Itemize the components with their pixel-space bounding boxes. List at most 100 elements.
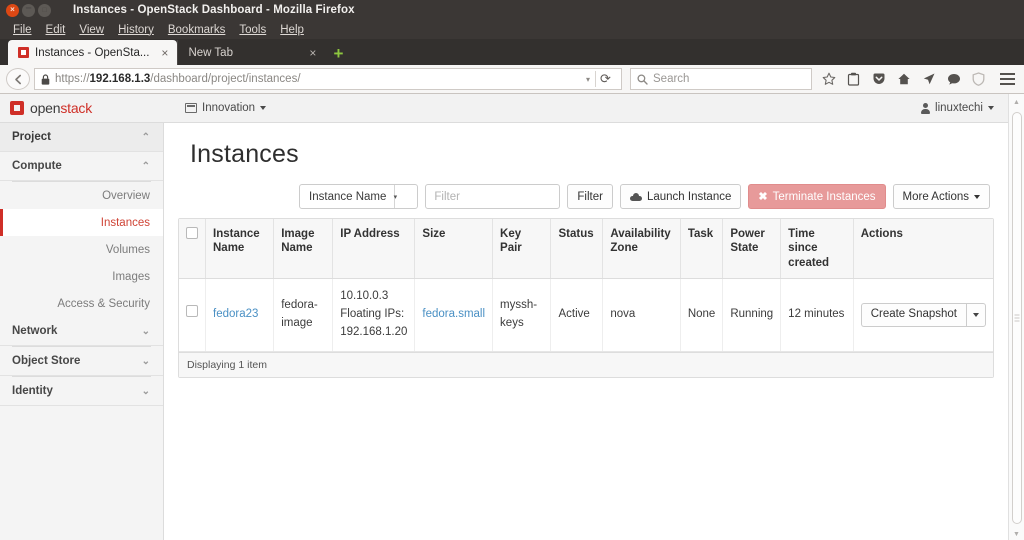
menu-edit[interactable]: Edit xyxy=(39,24,73,36)
column-status[interactable]: Status xyxy=(550,219,604,280)
menu-help[interactable]: Help xyxy=(273,24,311,36)
cell-size: fedora.small xyxy=(414,278,494,352)
create-snapshot-button[interactable]: Create Snapshot xyxy=(860,302,966,327)
new-tab-button[interactable]: + xyxy=(333,45,343,62)
search-placeholder: Search xyxy=(653,73,690,85)
search-bar[interactable]: Search xyxy=(630,68,812,90)
sidebar-item-label: Access & Security xyxy=(57,297,150,310)
sidebar-item-instances[interactable]: Instances xyxy=(0,209,163,236)
sidebar-group-compute-label: Compute xyxy=(12,160,62,172)
window-minimize-button[interactable]: – xyxy=(22,2,35,17)
menu-button[interactable] xyxy=(994,67,1020,91)
column-key-pair[interactable]: Key Pair xyxy=(492,219,552,280)
sidebar-item-access-and-security[interactable]: Access & Security xyxy=(0,290,163,317)
sidebar-group-object-store[interactable]: Object Store ⌄ xyxy=(0,347,163,376)
sidebar-item-images[interactable]: Images xyxy=(0,263,163,290)
pocket-icon[interactable] xyxy=(866,67,891,91)
column-power-state[interactable]: Power State xyxy=(722,219,782,280)
openstack-topbar: openstack Innovation linuxtechi xyxy=(0,94,1008,123)
sidebar-group-identity[interactable]: Identity ⌄ xyxy=(0,377,163,406)
column-ip-address[interactable]: IP Address xyxy=(332,219,416,280)
menu-bookmarks[interactable]: Bookmarks xyxy=(161,24,233,36)
tab-close-icon[interactable]: × xyxy=(155,46,168,60)
project-selector[interactable]: Innovation xyxy=(185,102,267,114)
terminate-instances-label: Terminate Instances xyxy=(772,190,876,203)
column-availability-zone[interactable]: Availability Zone xyxy=(602,219,681,280)
chat-icon[interactable] xyxy=(941,67,966,91)
share-icon[interactable] xyxy=(916,67,941,91)
scrollbar-thumb[interactable] xyxy=(1011,112,1022,524)
size-link[interactable]: fedora.small xyxy=(422,308,485,320)
menu-history[interactable]: History xyxy=(111,24,161,36)
sidebar-group-identity-label: Identity xyxy=(12,385,53,397)
chevron-down-icon xyxy=(974,194,980,199)
chevron-down-icon xyxy=(988,106,994,110)
menu-tools-label: Tools xyxy=(239,23,267,36)
brand-open: open xyxy=(30,100,61,116)
launch-instance-button[interactable]: Launch Instance xyxy=(619,184,742,209)
filter-field-select[interactable]: Instance Name ▾ xyxy=(299,184,419,209)
tab-new-tab[interactable]: New Tab × xyxy=(177,40,325,65)
column-instance-name[interactable]: Instance Name xyxy=(205,219,275,280)
filter-input[interactable]: Filter xyxy=(425,184,561,209)
cell-ip-address: 10.10.0.3 Floating IPs: 192.168.1.20 xyxy=(332,278,416,352)
page-scrollbar[interactable]: ▲ ▼ xyxy=(1008,94,1024,540)
shield-icon[interactable] xyxy=(966,67,991,91)
window-maximize-button[interactable]: □ xyxy=(38,3,51,17)
cell-status: Active xyxy=(550,278,604,352)
menu-view[interactable]: View xyxy=(72,24,111,36)
more-actions-button[interactable]: More Actions xyxy=(892,184,990,209)
url-dropdown-icon[interactable]: ▾ xyxy=(586,75,590,84)
sidebar-compute-items: Overview Instances Volumes Images Access… xyxy=(0,182,163,317)
table-row[interactable]: fedora23 fedora-image 10.10.0.3 Floating… xyxy=(179,278,993,352)
openstack-mark-icon xyxy=(10,101,24,115)
main-content: Instances Instance Name ▾ Filter Filter … xyxy=(164,123,1008,540)
tab-close-icon[interactable]: × xyxy=(303,46,316,60)
chevron-down-icon: ⌄ xyxy=(141,385,150,397)
chevron-down-icon xyxy=(973,312,979,317)
reader-icon[interactable] xyxy=(841,67,866,91)
column-task[interactable]: Task xyxy=(680,219,724,280)
home-icon[interactable] xyxy=(891,67,916,91)
star-icon[interactable] xyxy=(816,67,841,91)
sidebar-item-volumes[interactable]: Volumes xyxy=(0,236,163,263)
sidebar-group-network[interactable]: Network ⌄ xyxy=(0,317,163,346)
tab-instances[interactable]: Instances - OpenSta... × xyxy=(8,40,178,65)
sidebar-group-network-label: Network xyxy=(12,325,58,337)
column-size[interactable]: Size xyxy=(414,219,494,280)
window-close-button[interactable]: × xyxy=(6,3,19,17)
filter-button[interactable]: Filter xyxy=(567,184,613,209)
select-all-checkbox[interactable] xyxy=(186,227,198,239)
user-menu[interactable]: linuxtechi xyxy=(921,102,994,114)
brand-stack: stack xyxy=(60,100,93,116)
window-titlebar: × – □ Instances - OpenStack Dashboard - … xyxy=(0,0,1024,20)
openstack-logo[interactable]: openstack xyxy=(0,100,155,116)
row-checkbox[interactable] xyxy=(186,305,198,318)
sidebar-group-project[interactable]: Project ⌃ xyxy=(0,123,163,152)
window-title: Instances - OpenStack Dashboard - Mozill… xyxy=(73,4,355,16)
sidebar-item-label: Volumes xyxy=(105,243,150,256)
instance-name-link[interactable]: fedora23 xyxy=(213,308,258,320)
menu-file[interactable]: File xyxy=(6,24,39,36)
back-button[interactable] xyxy=(6,68,30,90)
sidebar-item-overview[interactable]: Overview xyxy=(0,182,163,209)
cloud-icon xyxy=(629,192,642,201)
grip-line xyxy=(1014,314,1019,316)
terminate-instances-button[interactable]: ✖ Terminate Instances xyxy=(748,184,886,209)
openstack-wordmark: openstack xyxy=(30,100,92,116)
menu-help-label: Help xyxy=(280,23,304,36)
column-image-name[interactable]: Image Name xyxy=(273,219,334,280)
column-time-since-created[interactable]: Time since created xyxy=(780,219,854,280)
scroll-up-button[interactable]: ▲ xyxy=(1009,94,1024,110)
reload-button[interactable]: ⟳ xyxy=(595,71,615,87)
user-label: linuxtechi xyxy=(935,102,983,114)
grip-line xyxy=(1014,317,1019,319)
scroll-down-button[interactable]: ▼ xyxy=(1009,526,1024,540)
menu-bookmarks-label: Bookmarks xyxy=(167,23,226,36)
back-arrow-icon xyxy=(14,74,21,84)
sidebar-group-compute[interactable]: Compute ⌃ xyxy=(0,152,163,181)
row-actions-dropdown-button[interactable] xyxy=(966,302,986,327)
scrollbar-track[interactable] xyxy=(1009,110,1024,526)
menu-tools[interactable]: Tools xyxy=(232,24,273,36)
url-bar[interactable]: https://192.168.1.3/dashboard/project/in… xyxy=(34,68,622,90)
